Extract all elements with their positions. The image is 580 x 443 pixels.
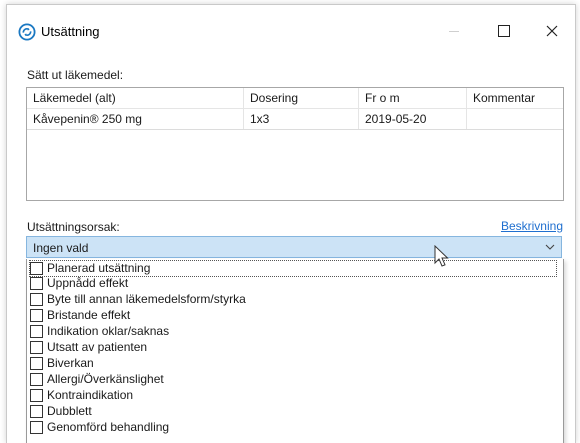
column-header-from[interactable]: Fr o m [359,88,467,108]
checkbox[interactable] [30,309,43,322]
checkbox[interactable] [30,277,43,290]
option-planerad-utsattning[interactable]: Planerad utsättning [29,260,557,277]
option-bristande-effekt[interactable]: Bristande effekt [30,308,130,323]
medication-list[interactable]: Läkemedel (alt) Dosering Fr o m Kommenta… [26,87,564,201]
medication-section-label: Sätt ut läkemedel: [27,68,124,82]
option-label: Genomförd behandling [47,420,170,434]
checkbox[interactable] [30,293,43,306]
close-icon [546,25,558,37]
cell-drug: Kåvepenin® 250 mg [27,109,244,129]
option-label: Indikation oklar/saknas [47,324,170,338]
option-allergi[interactable]: Allergi/Överkänslighet [30,372,164,387]
description-link[interactable]: Beskrivning [501,219,563,233]
option-indikation-oklar[interactable]: Indikation oklar/saknas [30,324,169,339]
checkbox[interactable] [30,325,43,338]
option-label: Planerad utsättning [47,261,151,275]
list-header: Läkemedel (alt) Dosering Fr o m Kommenta… [27,88,563,109]
option-label: Bristande effekt [47,308,131,322]
cell-from: 2019-05-20 [359,109,467,129]
checkbox[interactable] [30,389,43,402]
option-kontraindikation[interactable]: Kontraindikation [30,388,133,403]
option-label: Byte till annan läkemedelsform/styrka [47,292,246,306]
column-header-dosage[interactable]: Dosering [244,88,359,108]
checkbox[interactable] [30,357,43,370]
title-bar: Utsättning [7,5,575,53]
close-button[interactable] [529,13,575,49]
option-biverkan[interactable]: Biverkan [30,356,94,371]
checkbox[interactable] [30,262,43,275]
checkbox[interactable] [30,341,43,354]
maximize-button[interactable] [481,13,527,49]
option-label: Uppnådd effekt [47,276,129,290]
mouse-pointer-icon [434,245,449,267]
minimize-button[interactable] [431,13,477,49]
maximize-icon [498,25,510,37]
reason-dropdown-list: Planerad utsättning Uppnådd effekt Byte … [26,259,564,443]
option-label: Dubblett [47,404,92,418]
cell-comment [467,109,563,129]
option-utsatt-av-patienten[interactable]: Utsatt av patienten [30,340,147,355]
option-byte-lakemedelsform[interactable]: Byte till annan läkemedelsform/styrka [30,292,246,307]
option-label: Utsatt av patienten [47,340,148,354]
option-uppnadd-effekt[interactable]: Uppnådd effekt [30,276,128,291]
cell-dosage: 1x3 [244,109,359,129]
reason-combobox[interactable]: Ingen vald [26,236,562,258]
app-refresh-icon [18,23,36,41]
option-dubblett[interactable]: Dubblett [30,404,92,419]
option-label: Biverkan [47,356,94,370]
option-label: Kontraindikation [47,388,134,402]
checkbox[interactable] [30,405,43,418]
column-header-comment[interactable]: Kommentar [467,88,563,108]
minimize-icon [449,30,459,32]
utsattning-dialog: Utsättning Sätt ut läkemedel: Läkemedel … [6,4,576,443]
column-header-drug[interactable]: Läkemedel (alt) [27,88,244,108]
checkbox[interactable] [30,421,43,434]
table-row[interactable]: Kåvepenin® 250 mg 1x3 2019-05-20 [27,109,563,130]
option-label: Allergi/Överkänslighet [47,372,164,386]
reason-section-label: Utsättningsorsak: [27,220,120,234]
reason-selected-value: Ingen vald [33,241,89,255]
chevron-down-icon[interactable] [545,242,555,252]
window-title: Utsättning [41,24,100,39]
checkbox[interactable] [30,373,43,386]
option-genomford-behandling[interactable]: Genomförd behandling [30,420,169,435]
